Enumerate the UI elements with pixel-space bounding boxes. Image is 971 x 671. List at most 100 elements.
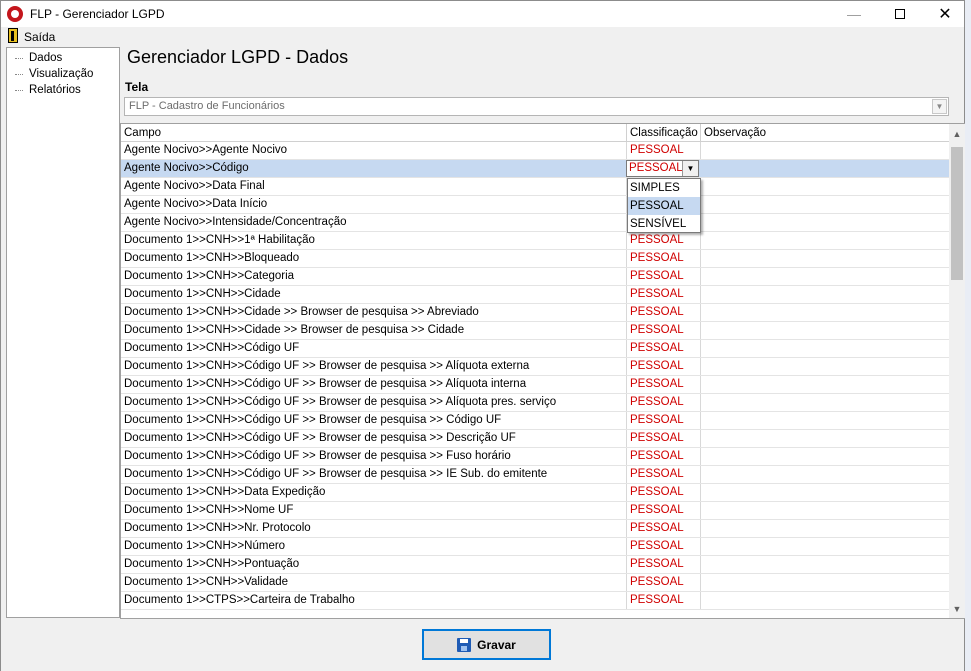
cell-campo[interactable]: Documento 1>>CNH>>Pontuação — [121, 556, 627, 573]
cell-observacao[interactable] — [701, 268, 950, 285]
option-pessoal[interactable]: PESSOAL — [628, 197, 700, 215]
scroll-up-icon[interactable]: ▲ — [949, 125, 965, 142]
cell-classificacao[interactable]: PESSOAL — [627, 484, 701, 501]
cell-observacao[interactable] — [701, 394, 950, 411]
scroll-down-icon[interactable]: ▼ — [949, 600, 965, 617]
tela-select[interactable]: FLP - Cadastro de Funcionários ▼ — [124, 97, 949, 116]
cell-classificacao[interactable]: PESSOAL — [627, 250, 701, 267]
cell-observacao[interactable] — [701, 502, 950, 519]
table-row[interactable]: Documento 1>>CNH>>Data Expedição PESSOAL — [121, 484, 950, 502]
cell-observacao[interactable] — [701, 412, 950, 429]
scrollbar-thumb[interactable] — [951, 147, 963, 280]
table-row[interactable]: Documento 1>>CNH>>Bloqueado PESSOAL — [121, 250, 950, 268]
column-header-campo[interactable]: Campo — [121, 124, 627, 142]
cell-observacao[interactable] — [701, 322, 950, 339]
table-row[interactable]: Documento 1>>CNH>>Código UF >> Browser d… — [121, 376, 950, 394]
save-button[interactable]: Gravar — [422, 629, 551, 660]
table-row[interactable]: Documento 1>>CNH>>Código UF >> Browser d… — [121, 358, 950, 376]
cell-classificacao[interactable]: PESSOAL — [627, 412, 701, 429]
tree-item-relatorios[interactable]: Relatórios — [15, 82, 81, 98]
cell-classificacao[interactable]: PESSOAL — [627, 286, 701, 303]
cell-classificacao[interactable]: PESSOAL — [627, 232, 701, 249]
cell-campo[interactable]: Documento 1>>CNH>>Código UF >> Browser d… — [121, 358, 627, 375]
table-row[interactable]: Agente Nocivo>>Data InícioPESSOAL — [121, 196, 950, 214]
cell-observacao[interactable] — [701, 250, 950, 267]
cell-campo[interactable]: Documento 1>>CNH>>Código UF >> Browser d… — [121, 448, 627, 465]
table-row[interactable]: Agente Nocivo>>Agente Nocivo PESSOAL — [121, 142, 950, 160]
cell-campo[interactable]: Documento 1>>CNH>>Categoria — [121, 268, 627, 285]
cell-classificacao[interactable]: PESSOAL — [627, 376, 701, 393]
maximize-button[interactable] — [877, 1, 923, 27]
cell-observacao[interactable] — [701, 304, 950, 321]
cell-campo[interactable]: Documento 1>>CNH>>Nome UF — [121, 502, 627, 519]
cell-observacao[interactable] — [701, 214, 950, 231]
cell-observacao[interactable] — [701, 160, 950, 177]
table-row[interactable]: Agente Nocivo>>Data FinalPESSOAL — [121, 178, 950, 196]
cell-campo[interactable]: Documento 1>>CTPS>>Carteira de Trabalho — [121, 592, 627, 609]
cell-observacao[interactable] — [701, 358, 950, 375]
table-row[interactable]: Documento 1>>CNH>>Código UF PESSOAL — [121, 340, 950, 358]
table-row[interactable]: Documento 1>>CNH>>Nome UF PESSOAL — [121, 502, 950, 520]
cell-campo[interactable]: Documento 1>>CNH>>Nr. Protocolo — [121, 520, 627, 537]
chevron-down-icon[interactable]: ▼ — [682, 161, 698, 176]
table-row[interactable]: Documento 1>>CNH>>Código UF >> Browser d… — [121, 466, 950, 484]
cell-observacao[interactable] — [701, 466, 950, 483]
cell-classificacao[interactable]: PESSOAL — [627, 340, 701, 357]
cell-observacao[interactable] — [701, 538, 950, 555]
minimize-button[interactable]: — — [831, 1, 877, 27]
option-sensivel[interactable]: SENSÍVEL — [628, 215, 700, 233]
cell-campo[interactable]: Agente Nocivo>>Data Final — [121, 178, 627, 195]
cell-classificacao[interactable]: PESSOAL — [627, 448, 701, 465]
cell-observacao[interactable] — [701, 592, 950, 609]
cell-observacao[interactable] — [701, 574, 950, 591]
cell-observacao[interactable] — [701, 430, 950, 447]
chevron-down-icon[interactable]: ▼ — [932, 99, 947, 114]
table-row[interactable]: Documento 1>>CNH>>Código UF >> Browser d… — [121, 394, 950, 412]
column-header-classificacao[interactable]: Classificação — [627, 124, 701, 142]
cell-observacao[interactable] — [701, 178, 950, 195]
cell-campo[interactable]: Documento 1>>CNH>>Código UF — [121, 340, 627, 357]
cell-classificacao[interactable]: PESSOAL — [627, 322, 701, 339]
cell-observacao[interactable] — [701, 520, 950, 537]
cell-classificacao[interactable]: PESSOAL — [627, 358, 701, 375]
cell-classificacao[interactable]: PESSOAL — [627, 466, 701, 483]
cell-observacao[interactable] — [701, 376, 950, 393]
table-row[interactable]: Documento 1>>CNH>>Código UF >> Browser d… — [121, 412, 950, 430]
menu-exit[interactable]: Saída — [24, 30, 55, 44]
column-header-observacao[interactable]: Observação — [701, 124, 950, 142]
cell-campo[interactable]: Documento 1>>CNH>>Código UF >> Browser d… — [121, 430, 627, 447]
table-row[interactable]: Documento 1>>CNH>>Cidade >> Browser de p… — [121, 322, 950, 340]
cell-campo[interactable]: Documento 1>>CNH>>Cidade >> Browser de p… — [121, 322, 627, 339]
table-row[interactable]: Documento 1>>CNH>>Número PESSOAL — [121, 538, 950, 556]
cell-classificacao[interactable]: PESSOAL — [627, 592, 701, 609]
cell-campo[interactable]: Documento 1>>CNH>>Código UF >> Browser d… — [121, 394, 627, 411]
cell-campo[interactable]: Documento 1>>CNH>>Código UF >> Browser d… — [121, 412, 627, 429]
cell-campo[interactable]: Agente Nocivo>>Agente Nocivo — [121, 142, 627, 159]
cell-campo[interactable]: Documento 1>>CNH>>Bloqueado — [121, 250, 627, 267]
cell-classificacao[interactable]: PESSOAL — [627, 430, 701, 447]
table-row[interactable]: Documento 1>>CNH>>Validade PESSOAL — [121, 574, 950, 592]
cell-campo[interactable]: Documento 1>>CNH>>Código UF >> Browser d… — [121, 466, 627, 483]
cell-observacao[interactable] — [701, 340, 950, 357]
tree-item-dados[interactable]: Dados — [15, 50, 62, 66]
table-row[interactable]: Documento 1>>CNH>>Código UF >> Browser d… — [121, 448, 950, 466]
table-row[interactable]: Documento 1>>CNH>>1ª Habilitação PESSOAL — [121, 232, 950, 250]
cell-observacao[interactable] — [701, 286, 950, 303]
cell-campo[interactable]: Documento 1>>CNH>>1ª Habilitação — [121, 232, 627, 249]
cell-campo[interactable]: Documento 1>>CNH>>Código UF >> Browser d… — [121, 376, 627, 393]
cell-classificacao[interactable]: PESSOAL — [627, 394, 701, 411]
cell-observacao[interactable] — [701, 142, 950, 159]
table-row[interactable]: Documento 1>>CTPS>>Carteira de Trabalho P… — [121, 592, 950, 610]
cell-classificacao[interactable]: PESSOAL — [627, 574, 701, 591]
table-row[interactable]: Documento 1>>CNH>>Cidade PESSOAL — [121, 286, 950, 304]
cell-classificacao[interactable]: PESSOAL — [627, 142, 701, 159]
cell-observacao[interactable] — [701, 196, 950, 213]
cell-campo[interactable]: Documento 1>>CNH>>Número — [121, 538, 627, 555]
cell-observacao[interactable] — [701, 448, 950, 465]
table-row[interactable]: Documento 1>>CNH>>Pontuação PESSOAL — [121, 556, 950, 574]
classification-combo-editor[interactable]: PESSOAL ▼ — [626, 160, 699, 177]
table-row[interactable]: Agente Nocivo>>Intensidade/ConcentraçãoP… — [121, 214, 950, 232]
cell-classificacao[interactable]: PESSOAL — [627, 538, 701, 555]
table-row[interactable]: Documento 1>>CNH>>Código UF >> Browser d… — [121, 430, 950, 448]
cell-campo[interactable]: Documento 1>>CNH>>Cidade — [121, 286, 627, 303]
